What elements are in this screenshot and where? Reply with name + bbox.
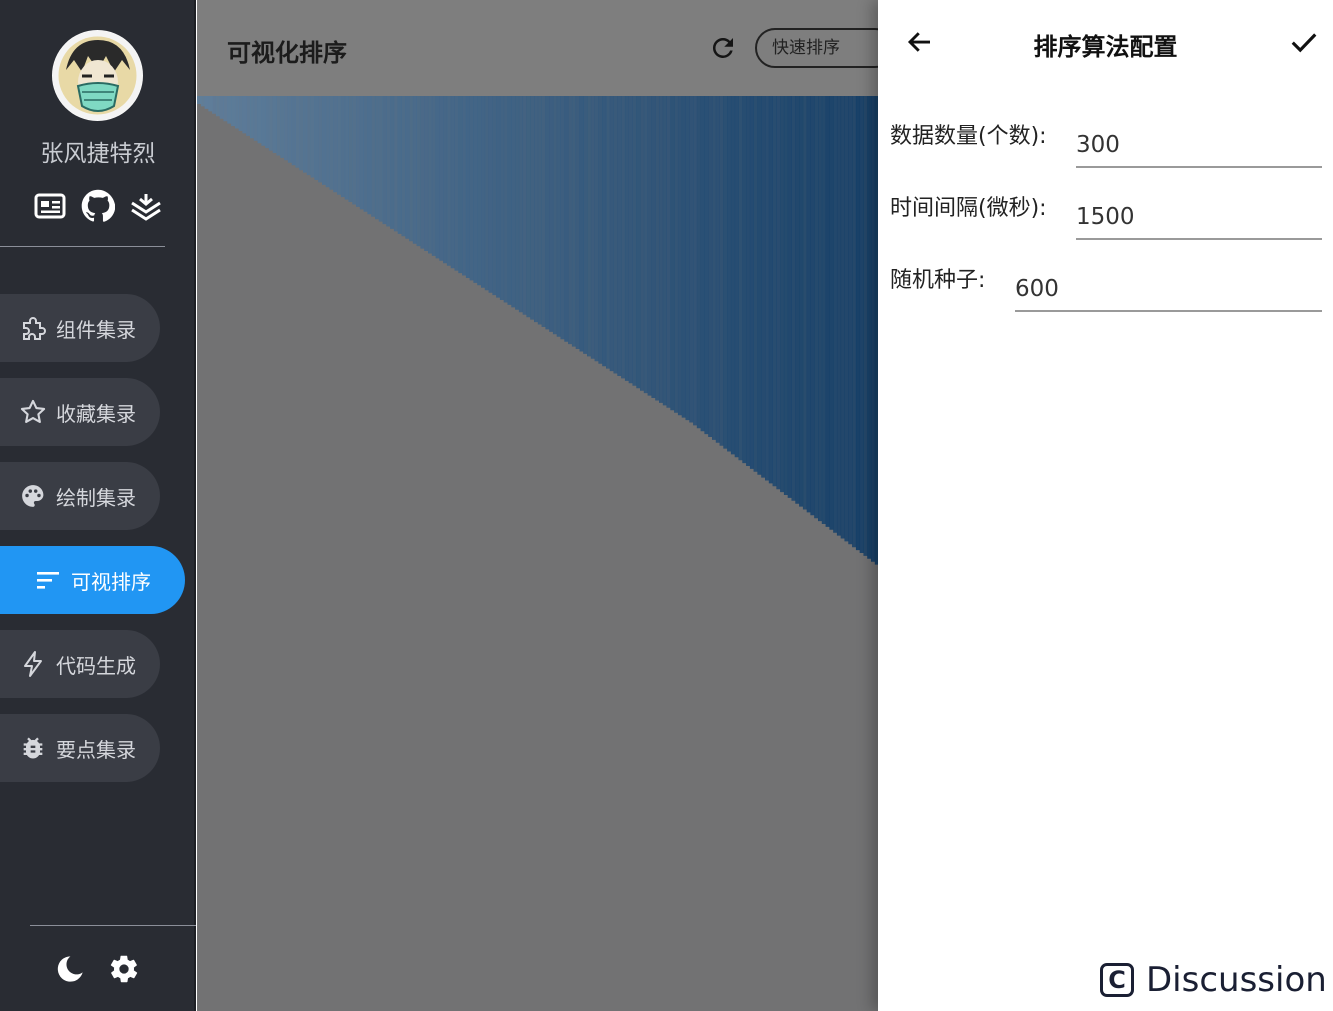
sidebar-divider bbox=[0, 246, 165, 247]
data-count-label: 数据数量(个数): bbox=[890, 124, 1047, 149]
github-icon[interactable] bbox=[80, 188, 116, 224]
discussion-icon: C bbox=[1100, 963, 1134, 997]
id-card-icon[interactable] bbox=[32, 188, 68, 224]
seed-input[interactable]: 600 bbox=[1015, 260, 1322, 312]
nav-item-label: 代码生成 bbox=[56, 653, 136, 678]
bug-icon bbox=[19, 734, 47, 762]
layers-icon[interactable] bbox=[128, 188, 164, 224]
nav-item-label: 收藏集录 bbox=[56, 401, 136, 426]
seed-label: 随机种子: bbox=[890, 268, 986, 293]
sort-icon bbox=[34, 566, 62, 594]
discussion-label: Discussion bbox=[1146, 960, 1327, 1000]
star-icon bbox=[19, 398, 47, 426]
gear-icon[interactable] bbox=[106, 951, 142, 987]
bolt-icon bbox=[19, 650, 47, 678]
nav-item-label: 可视排序 bbox=[71, 569, 151, 594]
user-name: 张风捷特烈 bbox=[40, 141, 156, 167]
sidebar-bottom-divider bbox=[30, 925, 196, 926]
nav-item-label: 组件集录 bbox=[56, 317, 136, 342]
nav-item-key-points[interactable]: 要点集录 bbox=[0, 714, 160, 782]
avatar[interactable] bbox=[52, 30, 143, 121]
data-count-value: 300 bbox=[1076, 132, 1120, 158]
seed-value: 600 bbox=[1015, 276, 1059, 302]
nav-item-favorites[interactable]: 收藏集录 bbox=[0, 378, 160, 446]
sort-bar bbox=[197, 96, 202, 104]
interval-input[interactable]: 1500 bbox=[1076, 188, 1322, 240]
discussion-link[interactable]: C Discussion bbox=[1100, 960, 1327, 1000]
drawer-title: 排序算法配置 bbox=[1033, 33, 1178, 61]
algorithm-select[interactable]: 快速排序 bbox=[755, 28, 878, 68]
config-drawer: 排序算法配置 数据数量(个数): 300 时间间隔(微秒): 1500 随机种子… bbox=[878, 0, 1333, 1011]
app-bar: 可视化排序 快速排序 bbox=[197, 0, 878, 96]
interval-label: 时间间隔(微秒): bbox=[890, 196, 1047, 221]
sort-bar-chart bbox=[197, 96, 878, 1011]
moon-icon[interactable] bbox=[52, 951, 88, 987]
nav-item-codegen[interactable]: 代码生成 bbox=[0, 630, 160, 698]
data-count-input[interactable]: 300 bbox=[1076, 116, 1322, 168]
nav-item-label: 要点集录 bbox=[56, 737, 136, 762]
check-icon[interactable] bbox=[1286, 24, 1322, 60]
nav-item-painting[interactable]: 绘制集录 bbox=[0, 462, 160, 530]
nav-item-widgets[interactable]: 组件集录 bbox=[0, 294, 160, 362]
nav-item-label: 绘制集录 bbox=[56, 485, 136, 510]
refresh-icon[interactable] bbox=[705, 30, 741, 66]
nav-item-visual-sort[interactable]: 可视排序 bbox=[0, 546, 185, 614]
sidebar: 张风捷特烈 组件集录 收藏集录 绘制集录 可视排序 代码生成 要点集录 bbox=[0, 0, 196, 1011]
puzzle-icon bbox=[19, 314, 47, 342]
palette-icon bbox=[19, 482, 47, 510]
interval-value: 1500 bbox=[1076, 204, 1135, 230]
page-title: 可视化排序 bbox=[227, 39, 347, 67]
main-area: 可视化排序 快速排序 bbox=[197, 0, 878, 1011]
